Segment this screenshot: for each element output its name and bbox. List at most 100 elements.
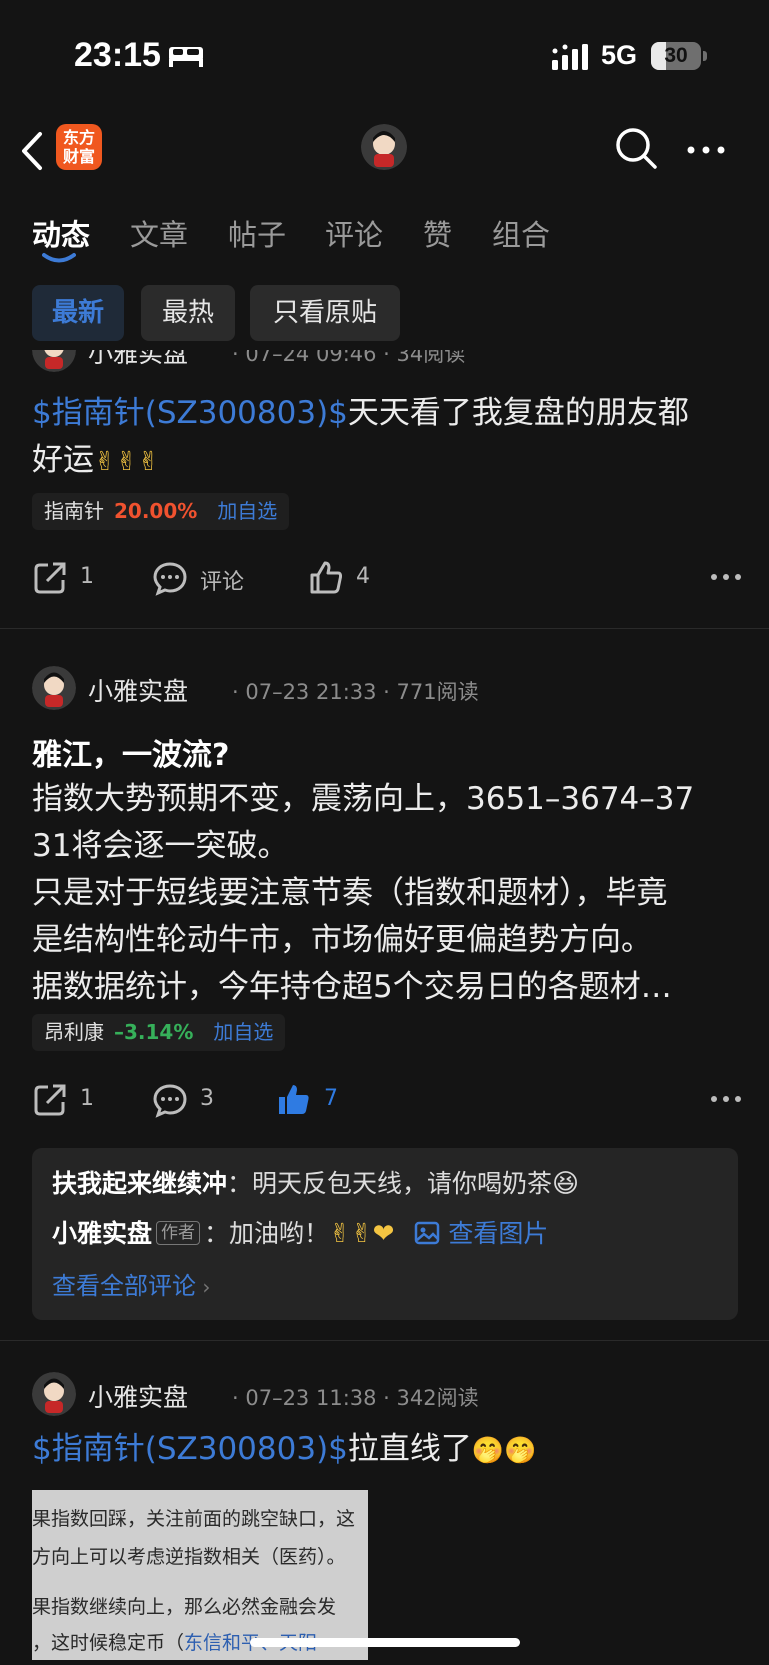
commenter-name[interactable]: 扶我起来继续冲 [52,1169,227,1198]
tab-likes[interactable]: 赞 [423,212,452,254]
battery-level: 30 [664,44,688,67]
author-avatar[interactable] [32,350,76,372]
post-info: · 07–23 11:38 · 342阅读 [232,1386,479,1410]
image-icon [415,1221,440,1245]
share-count: 1 [80,564,94,589]
post-more-icon[interactable] [710,572,742,582]
logo-line-2: 财富 [62,147,95,166]
face-with-hand-emojis: 🤭🤭 [471,1436,537,1466]
more-options-icon[interactable] [686,145,726,155]
active-tab-indicator [42,253,76,263]
feed: 小雅实盘 · 07–24 09:46 · 34阅读 $指南针(SZ300803)… [0,350,769,1665]
filter-latest[interactable]: 最新 [32,285,124,341]
comments-preview[interactable]: 扶我起来继续冲：明天反包天线，请你喝奶茶😆 小雅实盘 作者 ：加油哟！✌✌❤ 查看图… [32,1148,738,1320]
stock-name: 指南针 [44,499,104,523]
like-button[interactable]: 7 [276,1078,366,1122]
battery-icon: 30 [651,42,701,70]
view-image-label: 查看图片 [448,1219,549,1248]
stock-tag[interactable]: 指南针 20.00% 加自选 [32,493,290,530]
cellular-signal-icon [552,44,588,70]
tab-comments[interactable]: 评论 [325,212,383,254]
stock-name: 昂利康 [44,1020,104,1044]
post-text: 天天看了我复盘的朋友都 [347,395,689,431]
top-nav: 东方 财富 [0,110,769,192]
profile-tabs: 动态 文章 帖子 评论 赞 组合 [0,192,769,272]
post-title[interactable]: 雅江，一波流? [32,730,229,774]
comment-icon [153,562,187,596]
post-content[interactable]: 指数大势预期不变，震荡向上，3651–3674–37 31将会逐一突破。 只是对… [32,776,742,1011]
commenter-name[interactable]: 小雅实盘 [52,1219,152,1248]
post-image[interactable]: 果指数回踩，关注前面的跳空缺口，这 方向上可以考虑逆指数相关（医药）。 果指数继… [32,1490,368,1660]
view-image-link[interactable]: 查看图片 [414,1219,548,1248]
stock-link[interactable]: $指南针(SZ300803)$ [32,395,348,431]
post-line: 指数大势预期不变，震荡向上，3651–3674–37 [32,781,695,817]
chevron-right-icon: › [196,1275,211,1299]
author-name[interactable]: 小雅实盘 [88,672,188,708]
post-info: · 07–23 21:33 · 771阅读 [232,680,479,704]
post-line: 只是对于短线要注意节奏（指数和题材），毕竟 [32,875,668,911]
filter-bar: 最新 最热 只看原贴 [0,272,769,350]
author-avatar[interactable] [32,666,76,710]
like-button[interactable]: 4 [308,556,398,600]
stock-change: 20.00% [114,499,198,523]
filter-hottest[interactable]: 最热 [141,285,235,341]
image-text-part: ，这时候稳定币（ [32,1632,185,1654]
view-all-label: 查看全部评论 [52,1272,196,1300]
stock-change: –3.14% [114,1020,194,1044]
add-watchlist-link[interactable]: 加自选 [213,1020,273,1044]
thumbs-up-filled-icon [279,1085,309,1114]
share-button[interactable]: 1 [32,556,112,600]
filter-original-only[interactable]: 只看原贴 [250,285,400,341]
post-content[interactable]: $指南针(SZ300803)$天天看了我复盘的朋友都 好运✌✌✌ [32,390,742,486]
comment-button[interactable]: 3 [152,1078,252,1122]
app-logo[interactable]: 东方 财富 [56,124,102,170]
author-badge: 作者 [156,1221,201,1245]
thumbs-up-icon [310,561,343,594]
tab-dynamic[interactable]: 动态 [32,212,90,254]
view-all-comments-link[interactable]: 查看全部评论 › [52,1266,210,1301]
profile-avatar[interactable] [361,124,407,170]
stock-tag[interactable]: 昂利康 –3.14% 加自选 [32,1014,286,1051]
post-card[interactable]: 小雅实盘 · 07–23 11:38 · 342阅读 $指南针(SZ300803… [0,1342,769,1665]
post-line: 是结构性轮动牛市，市场偏好更偏趋势方向。 [32,922,652,958]
battery-tip [703,51,707,61]
victory-hand-emojis: ✌✌✌ [94,447,160,477]
post-more-icon[interactable] [710,1094,742,1104]
comment-item[interactable]: 扶我起来继续冲：明天反包天线，请你喝奶茶😆 [52,1164,579,1200]
comment-count: 3 [200,1086,214,1111]
comment-icon [153,1084,187,1118]
tab-portfolio[interactable]: 组合 [492,212,550,254]
status-time: 23:15 [74,36,161,74]
post-content[interactable]: $指南针(SZ300803)$拉直线了🤭🤭 [32,1426,742,1475]
author-name[interactable]: 小雅实盘 [88,350,188,370]
post-line: 31将会逐一突破。 [32,828,289,864]
share-count: 1 [80,1086,94,1111]
author-name[interactable]: 小雅实盘 [88,1378,188,1414]
post-line: 据数据统计，今年持仓超5个交易日的各题材… [32,969,672,1005]
post-text-2: 好运 [32,442,94,478]
share-icon [34,562,66,594]
stock-link[interactable]: $指南针(SZ300803)$ [32,1431,348,1467]
tab-articles[interactable]: 文章 [130,212,188,254]
post-actions: 1 评论 4 [32,556,742,600]
post-actions: 1 3 7 [32,1078,742,1122]
comment-button[interactable]: 评论 [152,556,262,600]
back-arrow-icon[interactable] [18,128,48,174]
laughing-emoji: 😆 [552,1169,580,1199]
share-button[interactable]: 1 [32,1078,112,1122]
add-watchlist-link[interactable]: 加自选 [217,499,277,523]
search-icon[interactable] [614,126,658,170]
image-text-line: 方向上可以考虑逆指数相关（医药）。 [32,1546,346,1568]
sleep-focus-icon [169,47,203,67]
comment-label: 评论 [200,570,245,595]
image-text-line: 果指数回踩，关注前面的跳空缺口，这 [32,1508,356,1530]
divider [0,628,769,629]
victory-heart-emojis: ✌✌❤ [329,1219,395,1249]
home-indicator[interactable] [250,1638,520,1647]
logo-line-1: 东方 [62,128,95,147]
like-count: 4 [356,564,370,589]
tab-posts[interactable]: 帖子 [228,212,286,254]
comment-item[interactable]: 小雅实盘 作者 ：加油哟！✌✌❤ 查看图片 [52,1214,548,1250]
comment-text: 明天反包天线，请你喝奶茶 [252,1169,553,1198]
author-avatar[interactable] [32,1372,76,1416]
